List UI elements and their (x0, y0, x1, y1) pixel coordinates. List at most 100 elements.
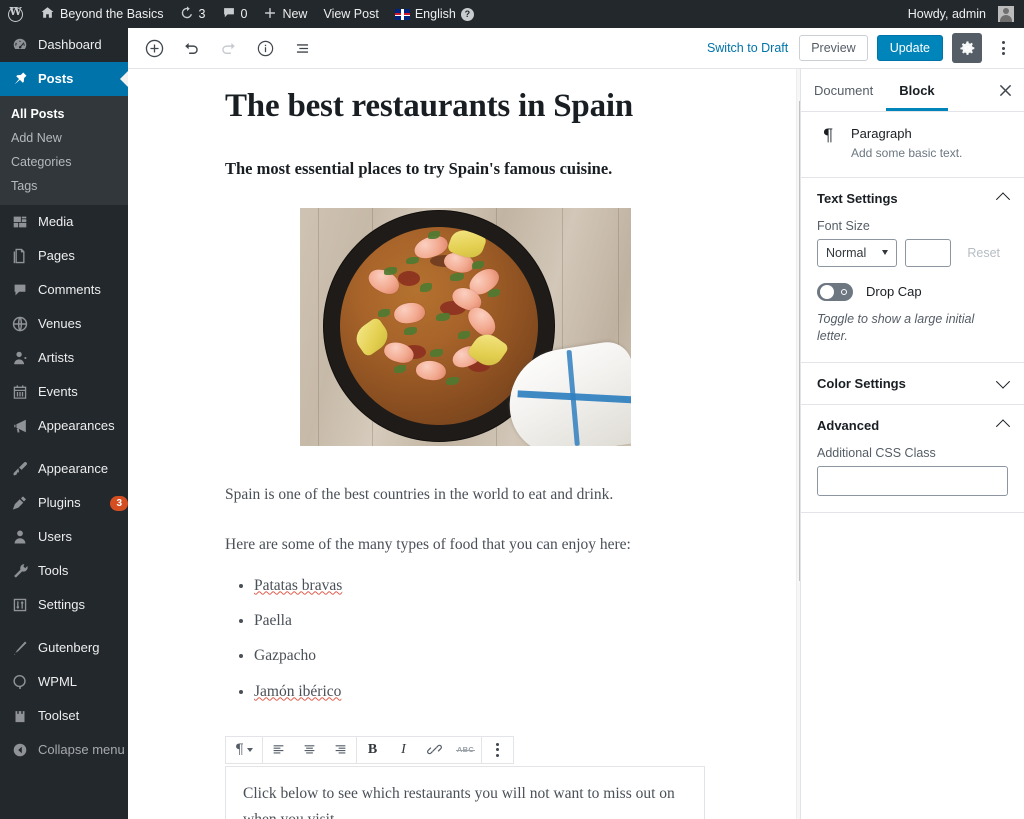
panel-color-settings-header[interactable]: Color Settings (801, 363, 1024, 404)
bold-button[interactable]: B (357, 737, 388, 763)
block-list-foods[interactable]: Patatas bravas Paella Gazpacho Jamón ibé… (225, 573, 705, 705)
list-item-label: Paella (254, 611, 292, 629)
comment-bubble-icon (11, 281, 29, 299)
sidebar-item-appearances[interactable]: Appearances (0, 409, 128, 443)
tab-block[interactable]: Block (886, 69, 947, 111)
add-block-plus-icon[interactable] (139, 33, 169, 63)
block-paragraph-2[interactable]: Here are some of the many types of food … (225, 532, 705, 558)
italic-button[interactable]: I (388, 737, 419, 763)
link-icon[interactable] (419, 737, 450, 763)
font-size-value: Normal (826, 245, 867, 260)
list-item[interactable]: Paella (254, 608, 705, 634)
sidebar-item-label: Venues (38, 316, 82, 331)
list-item-label: Jamón ibérico (254, 682, 342, 700)
sidebar-item-appearance[interactable]: Appearance (0, 452, 128, 486)
sidebar-item-users[interactable]: Users (0, 520, 128, 554)
submenu-item-tags[interactable]: Tags (0, 174, 128, 198)
sidebar-item-tools[interactable]: Tools (0, 554, 128, 588)
wordpress-logo-icon: W (8, 6, 23, 22)
switch-to-draft-button[interactable]: Switch to Draft (705, 37, 790, 59)
sidebar-item-label: Media (38, 214, 74, 229)
post-editor-canvas[interactable]: The best restaurants in Spain The most e… (128, 69, 796, 819)
sidebar-item-comments[interactable]: Comments (0, 273, 128, 307)
collapse-menu-button[interactable]: Collapse menu (0, 733, 128, 767)
sidebar-item-settings[interactable]: Settings (0, 588, 128, 622)
sidebar-item-plugins[interactable]: Plugins 3 (0, 486, 128, 520)
bold-label: B (367, 741, 378, 757)
submenu-item-categories[interactable]: Categories (0, 150, 128, 174)
sidebar-item-posts[interactable]: Posts (0, 62, 128, 96)
panel-advanced: Advanced Additional CSS Class (801, 405, 1024, 513)
block-paragraph-1[interactable]: Spain is one of the best countries in th… (225, 482, 705, 508)
kebab-dots (496, 742, 499, 757)
sidebar-item-wpml[interactable]: WPML (0, 665, 128, 699)
question-mark-icon[interactable]: ? (460, 7, 474, 21)
comments-menu[interactable]: 0 (214, 0, 256, 28)
updates-menu[interactable]: 3 (172, 0, 214, 28)
custom-font-size-input[interactable] (905, 238, 952, 267)
wpml-icon (11, 673, 29, 691)
align-left-icon[interactable] (263, 737, 294, 763)
settings-gear-icon[interactable] (952, 33, 982, 63)
strikethrough-button[interactable]: ABC (450, 737, 481, 763)
sidebar-item-artists[interactable]: Artists (0, 341, 128, 375)
sidebar-item-dashboard[interactable]: Dashboard (0, 28, 128, 62)
site-name-menu[interactable]: Beyond the Basics (32, 0, 172, 28)
submenu-item-add-new[interactable]: Add New (0, 126, 128, 150)
howdy-label: Howdy, admin (907, 7, 986, 21)
redo-arrow-icon[interactable] (213, 33, 243, 63)
block-paragraph-selected[interactable]: Click below to see which restaurants you… (225, 765, 705, 819)
pencil-icon (11, 639, 29, 657)
close-x-icon[interactable] (986, 69, 1024, 111)
page-title[interactable]: The best restaurants in Spain (225, 87, 796, 127)
view-post-link[interactable]: View Post (315, 0, 386, 28)
additional-css-class-input[interactable] (817, 465, 1008, 496)
align-center-icon[interactable] (294, 737, 325, 763)
list-item[interactable]: Jamón ibérico (254, 679, 705, 705)
panel-advanced-title: Advanced (817, 417, 880, 433)
info-circle-icon[interactable] (250, 33, 280, 63)
preview-button[interactable]: Preview (799, 35, 868, 61)
selected-paragraph-text: Click below to see which restaurants you… (243, 784, 675, 819)
sidebar-item-venues[interactable]: Venues (0, 307, 128, 341)
font-size-select[interactable]: Normal (817, 238, 898, 267)
update-button[interactable]: Update (876, 35, 943, 61)
wordpress-logo-menu[interactable]: W (0, 0, 32, 28)
block-image[interactable] (225, 207, 705, 446)
align-right-icon[interactable] (325, 737, 356, 763)
sidebar-item-label: Users (38, 529, 72, 544)
reset-font-size-button[interactable]: Reset (959, 242, 1008, 264)
drop-cap-toggle[interactable] (817, 282, 853, 301)
more-rich-text-kebab-menu-icon[interactable] (482, 737, 513, 763)
block-card-title: Paragraph (851, 126, 912, 141)
block-navigation-icon[interactable] (287, 33, 317, 63)
sidebar-item-pages[interactable]: Pages (0, 239, 128, 273)
sidebar-item-label: Events (38, 384, 78, 399)
sidebar-item-label: Artists (38, 350, 75, 365)
calendar-icon (11, 383, 29, 401)
sidebar-item-media[interactable]: Media (0, 205, 128, 239)
block-heading-subtitle[interactable]: The most essential places to try Spain's… (225, 158, 705, 180)
my-account-menu[interactable]: Howdy, admin (900, 0, 1024, 28)
italic-label: I (401, 741, 406, 757)
sidebar-item-label: Pages (38, 248, 75, 263)
dashboard-icon (11, 36, 29, 54)
submenu-item-all-posts[interactable]: All Posts (0, 102, 128, 126)
new-content-menu[interactable]: New (255, 0, 315, 28)
toggle-ring (841, 288, 847, 295)
more-options-kebab-menu-icon[interactable] (991, 33, 1015, 63)
block-rich-text-toolbar: ¶ B I ABC (225, 735, 514, 764)
list-item[interactable]: Gazpacho (254, 643, 705, 669)
panel-text-settings-header[interactable]: Text Settings (801, 178, 1024, 219)
plus-icon (263, 6, 277, 23)
sidebar-item-events[interactable]: Events (0, 375, 128, 409)
undo-arrow-icon[interactable] (176, 33, 206, 63)
sidebar-item-label: Posts (38, 71, 74, 86)
language-switcher[interactable]: English ? (387, 0, 482, 28)
list-item[interactable]: Patatas bravas (254, 573, 705, 599)
tab-document[interactable]: Document (801, 69, 886, 111)
sidebar-item-gutenberg[interactable]: Gutenberg (0, 631, 128, 665)
panel-advanced-header[interactable]: Advanced (801, 405, 1024, 446)
paragraph-pilcrow-icon[interactable]: ¶ (226, 737, 262, 763)
sidebar-item-toolset[interactable]: Toolset (0, 699, 128, 733)
